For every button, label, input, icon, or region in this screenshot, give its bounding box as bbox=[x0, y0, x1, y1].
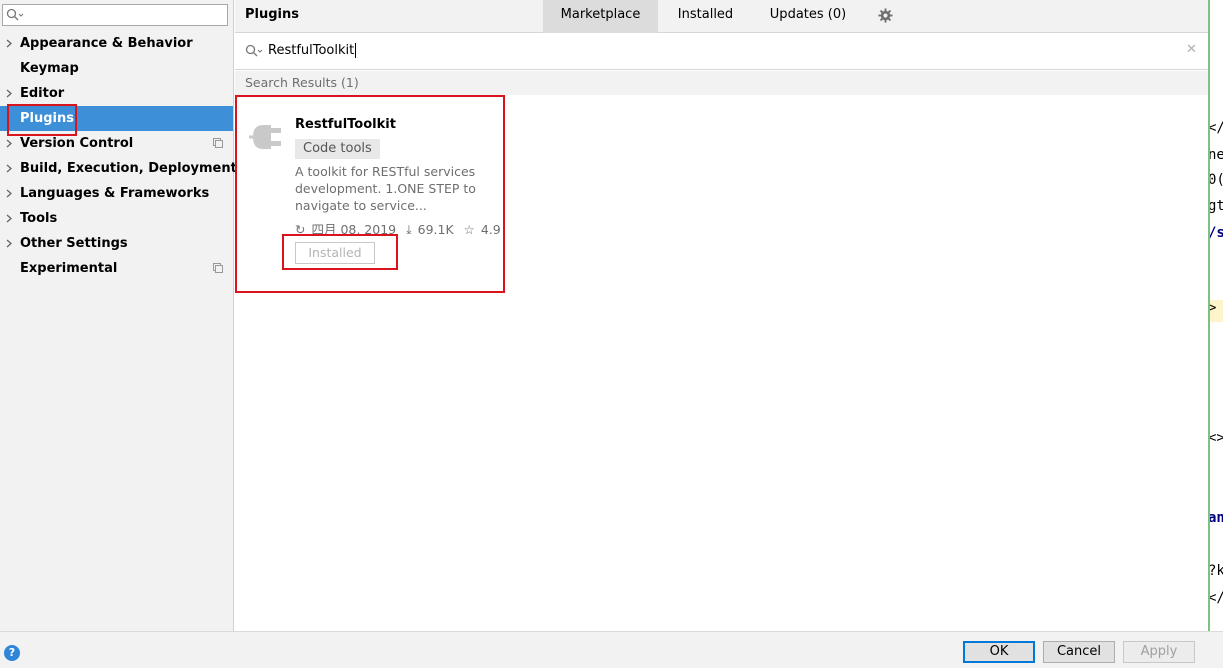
tree-item-keymap[interactable]: Keymap bbox=[0, 56, 233, 81]
help-icon[interactable]: ? bbox=[4, 645, 20, 661]
code-fragment: gt bbox=[1208, 198, 1223, 214]
code-fragment: ne bbox=[1208, 147, 1223, 163]
chevron-right-icon[interactable] bbox=[6, 239, 13, 248]
plugin-plug-icon bbox=[249, 125, 281, 149]
cancel-button[interactable]: Cancel bbox=[1043, 641, 1115, 663]
chevron-right-icon[interactable] bbox=[6, 39, 13, 48]
code-fragment: an bbox=[1208, 510, 1223, 526]
tree-item-label: Keymap bbox=[20, 61, 79, 76]
plugins-header: Plugins Marketplace Installed Updates (0… bbox=[235, 0, 1208, 33]
ok-button[interactable]: OK bbox=[963, 641, 1035, 663]
code-fragment: 0( bbox=[1208, 172, 1223, 188]
clear-search-icon[interactable]: ✕ bbox=[1186, 43, 1198, 57]
star-icon: ☆ bbox=[463, 222, 475, 237]
plugin-name[interactable]: RestfulToolkit bbox=[295, 117, 396, 132]
search-icon bbox=[245, 44, 263, 57]
apply-button[interactable]: Apply bbox=[1123, 641, 1195, 663]
tree-item-tools[interactable]: Tools bbox=[0, 206, 233, 231]
code-fragment: <> bbox=[1208, 430, 1223, 446]
tab-installed[interactable]: Installed bbox=[663, 0, 748, 33]
tree-item-label: Version Control bbox=[20, 136, 134, 151]
plugin-card[interactable]: RestfulToolkit Code tools A toolkit for … bbox=[235, 95, 505, 293]
code-fragment: </ bbox=[1208, 590, 1223, 606]
project-settings-icon bbox=[213, 138, 223, 148]
code-fragment: /s bbox=[1208, 225, 1223, 241]
settings-sidebar: Appearance & Behavior Keymap Editor Plug… bbox=[0, 0, 237, 631]
plugin-search-input[interactable]: RestfulToolkit bbox=[268, 34, 357, 68]
chevron-right-icon[interactable] bbox=[6, 214, 13, 223]
project-settings-icon bbox=[213, 263, 223, 273]
tree-item-experimental[interactable]: Experimental bbox=[0, 256, 233, 281]
search-results-header: Search Results (1) bbox=[235, 71, 1208, 95]
chevron-right-icon[interactable] bbox=[6, 164, 13, 173]
code-fragment: > bbox=[1210, 300, 1223, 322]
background-editor-strip: </ ne 0( gt /s > <> an ?k </ bbox=[1208, 0, 1223, 631]
chevron-right-icon[interactable] bbox=[6, 139, 13, 148]
download-icon: ⤓ bbox=[406, 222, 412, 237]
gear-icon[interactable] bbox=[878, 8, 893, 23]
tree-item-other-settings[interactable]: Other Settings bbox=[0, 231, 233, 256]
chevron-right-icon[interactable] bbox=[6, 189, 13, 198]
search-value-text: RestfulToolkit bbox=[268, 43, 355, 58]
tree-item-label: Languages & Frameworks bbox=[20, 186, 210, 201]
tree-item-editor[interactable]: Editor bbox=[0, 81, 233, 106]
chevron-right-icon[interactable] bbox=[6, 89, 13, 98]
page-title: Plugins bbox=[245, 7, 299, 22]
tree-item-label: Appearance & Behavior bbox=[20, 36, 193, 51]
tree-item-label: Build, Execution, Deployment bbox=[20, 161, 237, 176]
text-caret bbox=[355, 43, 357, 58]
installed-annotation-box bbox=[282, 234, 398, 270]
code-fragment: ?k bbox=[1208, 563, 1223, 579]
plugin-description: A toolkit for RESTful services developme… bbox=[295, 164, 476, 213]
tab-marketplace[interactable]: Marketplace bbox=[543, 0, 658, 33]
tree-item-label: Editor bbox=[20, 86, 65, 101]
tree-item-label: Tools bbox=[20, 211, 58, 226]
search-icon bbox=[6, 8, 24, 21]
settings-search-input[interactable] bbox=[2, 4, 228, 26]
tree-item-build-execution-deployment[interactable]: Build, Execution, Deployment bbox=[0, 156, 237, 181]
tab-updates[interactable]: Updates (0) bbox=[760, 0, 856, 33]
settings-tree: Appearance & Behavior Keymap Editor Plug… bbox=[0, 31, 237, 281]
dialog-footer: ? OK Cancel Apply bbox=[0, 631, 1223, 668]
plugin-downloads: 69.1K bbox=[417, 222, 454, 237]
plugin-rating: 4.9 bbox=[480, 222, 501, 237]
tree-item-appearance-behavior[interactable]: Appearance & Behavior bbox=[0, 31, 233, 56]
tree-item-label: Experimental bbox=[20, 261, 118, 276]
tree-item-languages-frameworks[interactable]: Languages & Frameworks bbox=[0, 181, 233, 206]
plugins-annotation-box bbox=[7, 104, 77, 136]
plugin-category-tag[interactable]: Code tools bbox=[295, 139, 380, 159]
plugin-search-field[interactable]: RestfulToolkit ✕ bbox=[235, 34, 1208, 70]
tree-item-label: Other Settings bbox=[20, 236, 128, 251]
code-fragment: </ bbox=[1208, 120, 1223, 136]
